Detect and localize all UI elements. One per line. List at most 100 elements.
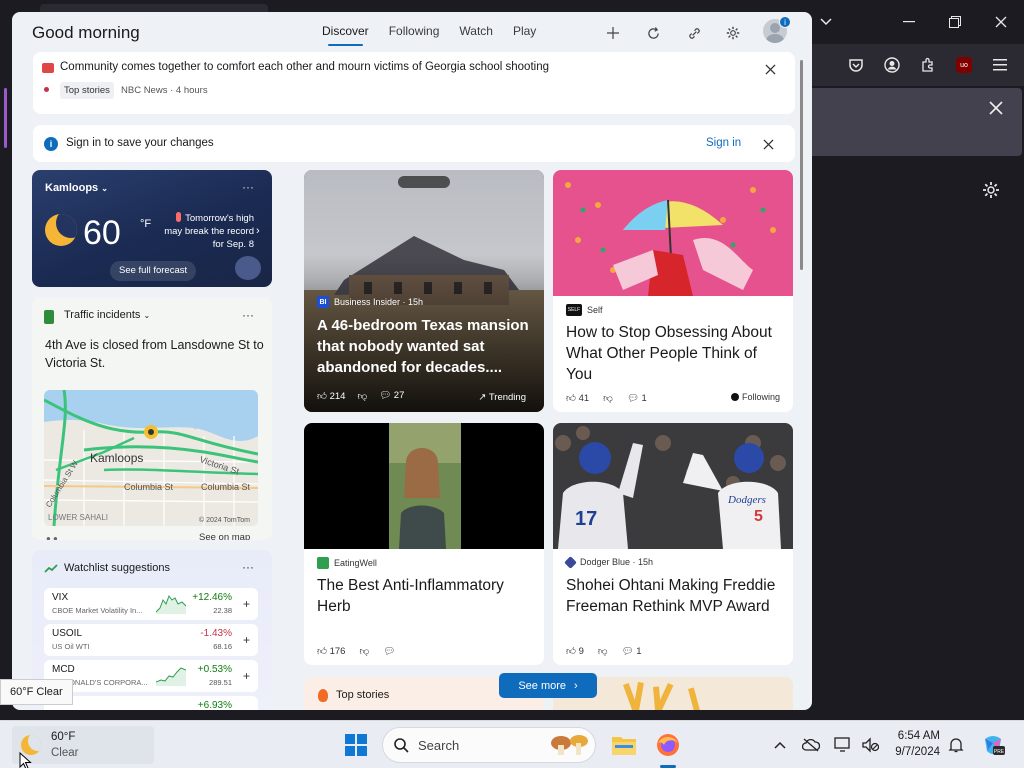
tab-watch[interactable]: Watch bbox=[449, 24, 503, 46]
taskbar-condition: Clear bbox=[51, 747, 79, 759]
menu-icon[interactable] bbox=[989, 54, 1011, 76]
weather-map-thumbnail[interactable] bbox=[235, 256, 261, 280]
like-button[interactable]: 👍︎ 41 bbox=[566, 392, 589, 404]
comments-button[interactable]: 💬︎ 1 bbox=[622, 646, 642, 657]
traffic-title[interactable]: Traffic incidents ⌄ bbox=[64, 309, 150, 321]
taskbar-search-box[interactable]: Search bbox=[382, 727, 596, 763]
publisher: Dodger Blue · 15h bbox=[564, 555, 653, 569]
panel-header: Good morning Discover Following Watch Pl… bbox=[12, 12, 812, 56]
weather-record-note[interactable]: Tomorrow's high may break the record for… bbox=[154, 212, 254, 251]
see-on-map-link[interactable]: See on map bbox=[199, 532, 250, 540]
news-banner[interactable]: Community comes together to comfort each… bbox=[33, 52, 795, 114]
tab-play[interactable]: Play bbox=[503, 24, 546, 46]
pagination-dots[interactable]: ● ● bbox=[46, 534, 58, 540]
share-icon[interactable] bbox=[683, 22, 705, 44]
file-explorer-button[interactable] bbox=[608, 729, 640, 761]
notification-bell-icon[interactable] bbox=[946, 735, 966, 755]
stock-row[interactable]: USOIL US Oil WTI -1.43% 68.16 + bbox=[44, 624, 258, 656]
clock-time: 6:54 AM bbox=[897, 730, 940, 742]
tab-discover[interactable]: Discover bbox=[312, 24, 379, 46]
info-icon: i bbox=[44, 137, 58, 151]
add-to-watchlist-icon[interactable]: + bbox=[243, 669, 250, 683]
stock-name: CBOE Market Volatility In... bbox=[52, 606, 143, 615]
see-more-button[interactable]: See more › bbox=[499, 673, 597, 698]
dislike-icon[interactable]: 👎︎ bbox=[359, 645, 369, 657]
card-headline[interactable]: The Best Anti-Inflammatory Herb bbox=[317, 575, 535, 617]
dislike-icon[interactable]: 👎︎ bbox=[603, 392, 613, 404]
feed-card-hero[interactable]: BI Business Insider · 15h A 46-bedroom Te… bbox=[304, 170, 544, 412]
card-headline[interactable]: How to Stop Obsessing About What Other P… bbox=[566, 322, 784, 385]
banner-close-icon[interactable] bbox=[761, 60, 779, 78]
show-hidden-icons-chevron-icon[interactable] bbox=[770, 735, 790, 755]
add-to-watchlist-icon[interactable]: + bbox=[243, 597, 250, 611]
settings-icon[interactable] bbox=[722, 22, 744, 44]
signin-close-icon[interactable] bbox=[759, 135, 777, 153]
publisher: SELF Self bbox=[566, 304, 603, 316]
more-options-icon[interactable]: ··· bbox=[242, 560, 254, 574]
minimize-icon[interactable] bbox=[895, 8, 923, 36]
start-button[interactable] bbox=[340, 729, 372, 761]
stock-price: 22.38 bbox=[213, 606, 232, 615]
restore-icon[interactable] bbox=[941, 8, 969, 36]
add-to-watchlist-icon[interactable]: + bbox=[243, 633, 250, 647]
comments-button[interactable]: 💬︎ 1 bbox=[627, 393, 647, 404]
stock-row[interactable]: VIX CBOE Market Volatility In... +12.46%… bbox=[44, 588, 258, 620]
top-stories-label: Top stories bbox=[336, 689, 390, 701]
signin-link[interactable]: Sign in bbox=[706, 137, 741, 149]
ublock-icon[interactable]: uo bbox=[953, 54, 975, 76]
cloud-sync-icon[interactable] bbox=[801, 735, 821, 755]
card-headline[interactable]: Shohei Ohtani Making Freddie Freeman Ret… bbox=[566, 575, 784, 617]
panel-scrollbar[interactable] bbox=[800, 60, 803, 270]
add-icon[interactable] bbox=[602, 22, 624, 44]
copilot-icon[interactable]: PRE bbox=[980, 732, 1006, 758]
taskbar: 60°F Clear Search 6:54 AM 9/7/2024 PRE bbox=[0, 720, 1024, 768]
extensions-icon[interactable] bbox=[917, 54, 939, 76]
feed-card-eatingwell[interactable]: EatingWell The Best Anti-Inflammatory He… bbox=[304, 423, 544, 665]
more-options-icon[interactable]: ··· bbox=[242, 308, 254, 322]
clock-date: 9/7/2024 bbox=[895, 746, 940, 758]
tab-list-chevron-icon[interactable] bbox=[812, 8, 840, 36]
notification-close-icon[interactable] bbox=[984, 96, 1008, 120]
more-options-icon[interactable]: ··· bbox=[242, 180, 254, 194]
tab-following[interactable]: Following bbox=[379, 24, 450, 46]
window-close-icon[interactable] bbox=[987, 8, 1015, 36]
see-full-forecast-button[interactable]: See full forecast bbox=[110, 261, 197, 281]
volume-muted-icon[interactable] bbox=[860, 735, 880, 755]
sparkline bbox=[156, 594, 186, 614]
account-icon[interactable] bbox=[881, 54, 903, 76]
comments-button[interactable]: 💬︎ bbox=[383, 646, 395, 657]
card-actions: 👍︎ 214 👎︎ 💬︎ 27 bbox=[317, 390, 404, 402]
stock-price: 68.16 bbox=[213, 642, 232, 651]
chevron-right-icon[interactable]: › bbox=[256, 225, 260, 237]
carousel-pager[interactable] bbox=[398, 176, 450, 188]
banner-headline[interactable]: Community comes together to comfort each… bbox=[60, 61, 549, 73]
firefox-button[interactable] bbox=[652, 729, 684, 761]
feed-card-dodger-blue[interactable]: 17 5 Dodgers Dodger Blue · 15h Shohei Oh… bbox=[553, 423, 793, 665]
map-label-columbia-st-2: Columbia St bbox=[201, 482, 251, 492]
page-settings-icon[interactable] bbox=[982, 181, 1004, 203]
like-button[interactable]: 👍︎ 9 bbox=[566, 645, 584, 657]
comments-button[interactable]: 💬︎ 27 bbox=[379, 390, 404, 402]
taskbar-weather-widget[interactable]: 60°F Clear bbox=[12, 726, 154, 764]
display-icon[interactable] bbox=[833, 735, 853, 755]
like-button[interactable]: 👍︎ 214 bbox=[317, 390, 345, 402]
stock-row[interactable]: +6.93% bbox=[44, 696, 258, 710]
hero-headline[interactable]: A 46-bedroom Texas mansion that nobody w… bbox=[317, 315, 537, 378]
signin-notice: i Sign in to save your changes Sign in bbox=[33, 125, 795, 162]
dislike-icon[interactable]: 👎︎ bbox=[598, 645, 608, 657]
weather-location[interactable]: Kamloops ⌄ bbox=[45, 182, 108, 194]
stock-row[interactable]: MCD MCDONALD'S CORPORA... +0.53% 289.51 … bbox=[44, 660, 258, 692]
taskbar-clock[interactable]: 6:54 AM 9/7/2024 bbox=[892, 728, 940, 760]
traffic-widget[interactable]: Traffic incidents ⌄ ··· 4th Ave is close… bbox=[32, 298, 272, 540]
dislike-icon[interactable]: 👎︎ bbox=[357, 390, 367, 402]
traffic-map[interactable]: Kamloops Victoria St Columbia St Columbi… bbox=[44, 390, 258, 526]
publisher: BI Business Insider · 15h bbox=[317, 296, 423, 308]
search-icon bbox=[394, 738, 409, 753]
pocket-icon[interactable] bbox=[845, 54, 867, 76]
following-badge[interactable]: Following bbox=[731, 392, 780, 402]
refresh-icon[interactable] bbox=[642, 22, 664, 44]
like-button[interactable]: 👍︎ 176 bbox=[317, 645, 345, 657]
record-line-2: may break the record bbox=[164, 226, 254, 237]
feed-card-self[interactable]: SELF Self How to Stop Obsessing About Wha… bbox=[553, 170, 793, 412]
weather-widget[interactable]: Kamloops ⌄ ··· 60 °F Tomorrow's high may… bbox=[32, 170, 272, 287]
